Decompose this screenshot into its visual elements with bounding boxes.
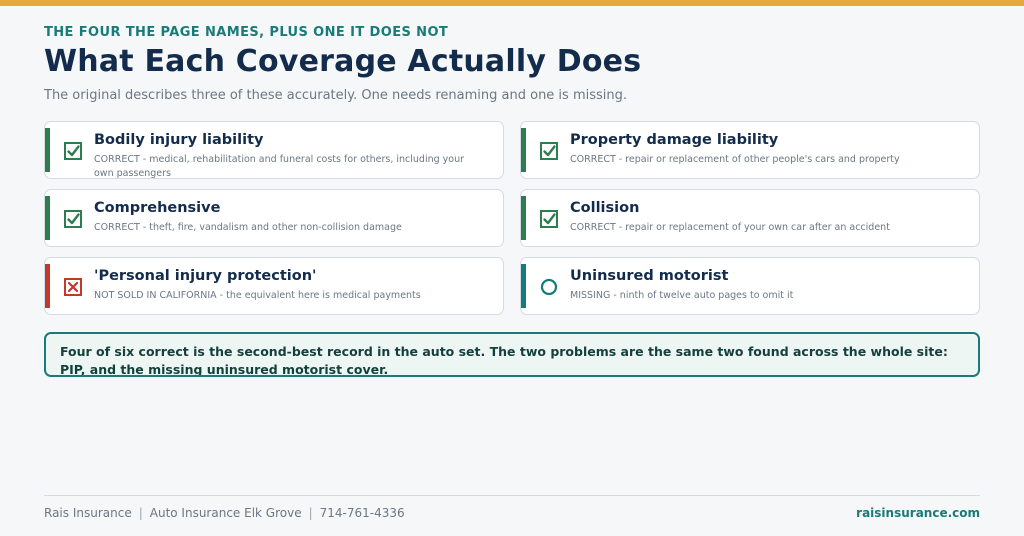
coverage-description: CORRECT - repair or replacement of your … [570,222,890,233]
footer-separator: | [138,506,143,520]
page-subtitle: The original describes three of these ac… [44,88,628,103]
eyebrow-label: THE FOUR THE PAGE NAMES, PLUS ONE IT DOE… [44,25,449,40]
coverage-title: Bodily injury liability [94,132,264,148]
coverage-description: NOT SOLD IN CALIFORNIA - the equivalent … [94,290,421,301]
footer-company: Rais Insurance [44,506,132,520]
footer-separator: | [308,506,313,520]
status-stripe [521,196,526,240]
checkbox-checked-icon [64,142,82,160]
footer-phone: 714-761-4336 [319,506,405,520]
coverage-card: Comprehensive CORRECT - theft, fire, van… [44,189,504,247]
empty-circle-icon [540,278,558,296]
coverage-description: MISSING - ninth of twelve auto pages to … [570,290,794,301]
coverage-card: 'Personal injury protection' NOT SOLD IN… [44,257,504,315]
coverage-title: Collision [570,200,640,216]
summary-callout: Four of six correct is the second-best r… [44,332,980,377]
coverage-title: Property damage liability [570,132,779,148]
coverage-grid: Bodily injury liability CORRECT - medica… [44,121,980,315]
coverage-title: 'Personal injury protection' [94,268,317,284]
coverage-card: Bodily injury liability CORRECT - medica… [44,121,504,179]
coverage-card: Collision CORRECT - repair or replacemen… [520,189,980,247]
coverage-description: CORRECT - theft, fire, vandalism and oth… [94,222,402,233]
status-stripe [45,264,50,308]
coverage-card: Property damage liability CORRECT - repa… [520,121,980,179]
footer-info: Rais Insurance | Auto Insurance Elk Grove |… [44,506,405,520]
summary-text: Four of six correct is the second-best r… [60,344,948,377]
footer-divider [44,495,980,496]
checkbox-checked-icon [540,210,558,228]
accent-bar [0,0,1024,6]
coverage-card: Uninsured motorist MISSING - ninth of tw… [520,257,980,315]
status-stripe [521,264,526,308]
page-title: What Each Coverage Actually Does [44,44,642,79]
coverage-title: Comprehensive [94,200,221,216]
status-stripe [45,196,50,240]
status-stripe [45,128,50,172]
checkbox-x-icon [64,278,82,296]
coverage-description: CORRECT - repair or replacement of other… [570,154,900,165]
checkbox-checked-icon [540,142,558,160]
coverage-description: CORRECT - medical, rehabilitation and fu… [94,154,465,179]
footer-page-name: Auto Insurance Elk Grove [149,506,302,520]
coverage-title: Uninsured motorist [570,268,729,284]
status-stripe [521,128,526,172]
footer-website[interactable]: raisinsurance.com [856,506,980,520]
checkbox-checked-icon [64,210,82,228]
